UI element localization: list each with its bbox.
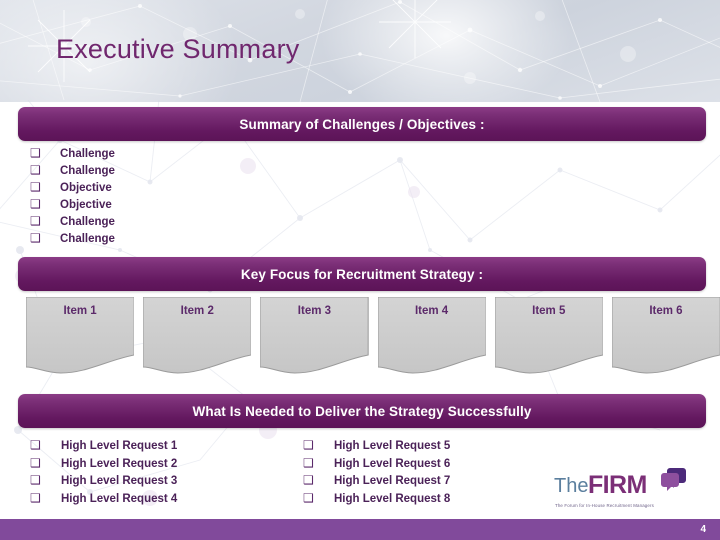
- logo-tagline: The Forum for In-House Recruitment Manag…: [555, 503, 655, 508]
- checkbox-empty-icon: ❑: [30, 214, 41, 228]
- page-number: 4: [700, 524, 706, 535]
- key-focus-item[interactable]: Item 1: [26, 297, 135, 379]
- checkbox-empty-icon: ❑: [30, 197, 41, 211]
- key-focus-item[interactable]: Item 3: [260, 297, 369, 379]
- slide-header: Executive Summary: [0, 0, 720, 102]
- footer-bar: 4: [0, 519, 720, 540]
- checkbox-empty-icon: ❑: [30, 146, 41, 160]
- list-item-label: High Level Request 4: [61, 492, 178, 505]
- key-focus-item-row: Item 1 Item 2 Item 3 Item 4 Item 5 Item …: [26, 297, 720, 379]
- checkbox-empty-icon: ❑: [303, 455, 314, 470]
- list-item: ❑ Objective: [30, 179, 115, 196]
- challenges-list: ❑ Challenge ❑ Challenge ❑ Objective ❑ Ob…: [30, 145, 115, 247]
- list-item-label: High Level Request 7: [334, 475, 451, 487]
- key-focus-item[interactable]: Item 4: [377, 297, 486, 379]
- checkbox-empty-icon: ❑: [30, 473, 41, 487]
- key-focus-item[interactable]: Item 5: [494, 297, 603, 379]
- page-title: Executive Summary: [56, 34, 300, 64]
- list-item: ❑ High Level Request 8: [303, 490, 450, 508]
- banner-what-is-needed: What Is Needed to Deliver the Strategy S…: [18, 394, 706, 428]
- list-item: ❑ High Level Request 3: [30, 472, 177, 490]
- banner-label: Summary of Challenges / Objectives :: [239, 116, 485, 132]
- checkbox-empty-icon: ❑: [303, 438, 314, 452]
- list-item-label: Challenge: [60, 165, 115, 177]
- key-focus-item[interactable]: Item 2: [143, 297, 252, 379]
- logo-speech-bubble-icon: [661, 468, 686, 491]
- checkbox-empty-icon: ❑: [303, 490, 314, 505]
- checkbox-empty-icon: ❑: [30, 455, 41, 470]
- key-focus-item-label: Item 3: [297, 305, 332, 317]
- checkbox-empty-icon: ❑: [30, 438, 41, 452]
- key-focus-item-label: Item 5: [532, 305, 566, 317]
- list-item: ❑ High Level Request 7: [303, 472, 450, 490]
- list-item: ❑ Challenge: [30, 230, 115, 247]
- list-item: ❑ High Level Request 2: [30, 455, 177, 473]
- key-focus-item-label: Item 4: [414, 305, 449, 317]
- requests-list-right: ❑ High Level Request 5 ❑ High Level Requ…: [303, 437, 450, 507]
- banner-label: Key Focus for Recruitment Strategy :: [240, 266, 484, 282]
- list-item: ❑ Challenge: [30, 213, 115, 230]
- list-item: ❑ High Level Request 5: [303, 437, 450, 455]
- list-item-label: High Level Request 8: [334, 492, 451, 505]
- list-item-label: Challenge: [60, 233, 115, 245]
- checkbox-empty-icon: ❑: [30, 163, 41, 177]
- key-focus-item-label: Item 1: [63, 305, 97, 317]
- requests-list-left: ❑ High Level Request 1 ❑ High Level Requ…: [30, 437, 177, 507]
- list-item: ❑ High Level Request 4: [30, 490, 177, 508]
- banner-key-focus: Key Focus for Recruitment Strategy :: [18, 257, 706, 291]
- slide-canvas: Executive Summary Summary of Challenges …: [0, 0, 720, 540]
- list-item-label: High Level Request 1: [61, 440, 178, 452]
- the-firm-logo: The FIRM The Forum for In-House Recruitm…: [554, 468, 686, 508]
- checkbox-empty-icon: ❑: [303, 473, 314, 487]
- list-item: ❑ High Level Request 6: [303, 455, 450, 473]
- key-focus-item-label: Item 2: [180, 305, 214, 317]
- list-item-label: Challenge: [60, 216, 115, 228]
- list-item-label: Challenge: [60, 148, 115, 160]
- banner-label: What Is Needed to Deliver the Strategy S…: [192, 403, 532, 419]
- key-focus-item[interactable]: Item 6: [611, 297, 720, 379]
- logo-word-firm: FIRM: [588, 471, 647, 499]
- list-item-label: Objective: [60, 182, 112, 194]
- list-item-label: High Level Request 3: [61, 475, 178, 487]
- list-item: ❑ High Level Request 1: [30, 437, 177, 455]
- list-item: ❑ Objective: [30, 196, 115, 213]
- list-item: ❑ Challenge: [30, 162, 115, 179]
- checkbox-empty-icon: ❑: [30, 490, 41, 505]
- checkbox-empty-icon: ❑: [30, 231, 41, 245]
- list-item-label: Objective: [60, 199, 112, 211]
- banner-summary-challenges: Summary of Challenges / Objectives :: [18, 107, 706, 141]
- list-item: ❑ Challenge: [30, 145, 115, 162]
- checkbox-empty-icon: ❑: [30, 180, 41, 194]
- list-item-label: High Level Request 6: [334, 457, 451, 470]
- key-focus-item-label: Item 6: [649, 305, 683, 317]
- logo-word-the: The: [554, 475, 588, 497]
- list-item-label: High Level Request 5: [334, 440, 451, 452]
- list-item-label: High Level Request 2: [61, 457, 178, 470]
